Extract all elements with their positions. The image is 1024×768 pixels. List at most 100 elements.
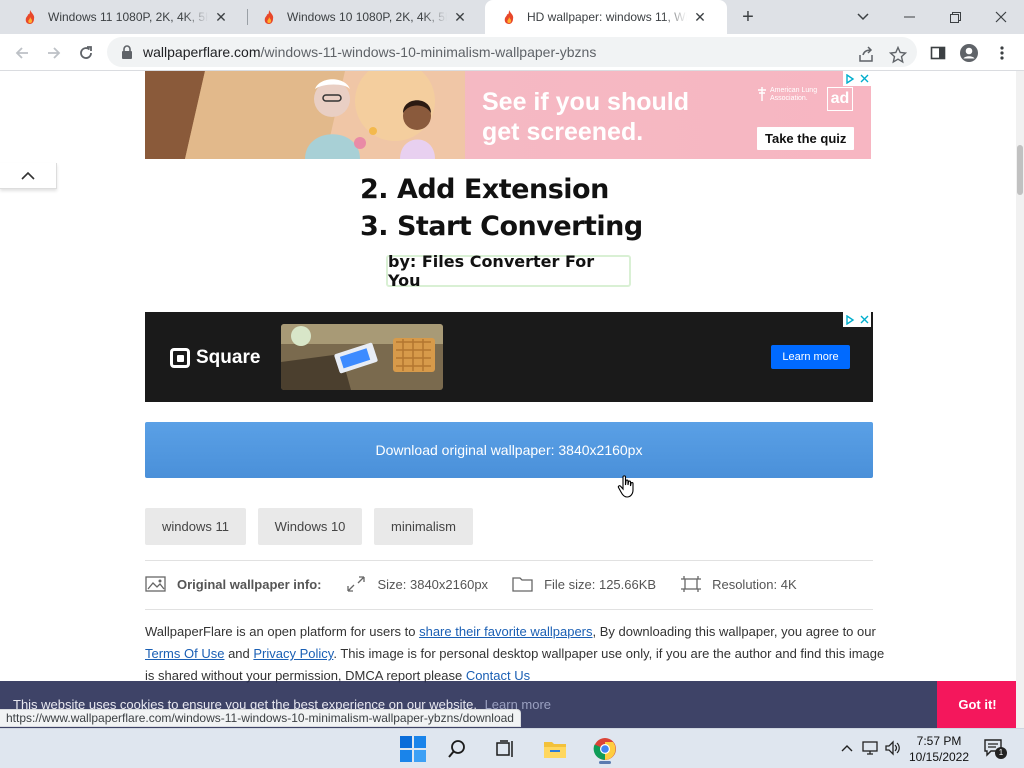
arrow-left-icon [15,47,28,59]
tag-windows-10[interactable]: Windows 10 [258,508,362,545]
resize-arrows-icon [347,576,366,592]
share-icon[interactable] [857,46,875,64]
info-resolution: Resolution: 4K [712,576,797,592]
tag-windows-11[interactable]: windows 11 [145,508,246,545]
back-to-top-button[interactable] [0,163,57,189]
ad-product-photo [281,324,443,390]
back-button[interactable] [9,40,35,66]
notifications-button[interactable]: 1 [983,739,1007,759]
tag-minimalism[interactable]: minimalism [374,508,473,545]
info-file-size: File size: 125.66KB [544,576,657,592]
adchoices-icon[interactable] [843,71,871,86]
ad-brand-name: American Lung Association. [770,87,818,102]
folder-icon [544,742,566,758]
ad-headline-line-1: See if you should [482,88,689,116]
browser-toolbar: wallpaperflare.com/windows-11-windows-10… [0,34,1024,71]
address-bar[interactable]: wallpaperflare.com/windows-11-windows-10… [107,37,917,67]
terms-of-use-link[interactable]: Terms Of Use [145,646,224,661]
taskbar-clock[interactable]: 7:57 PM 10/15/2022 [908,733,970,765]
desc-text-3: and [224,646,254,661]
restore-button[interactable] [932,0,978,34]
square-logo-icon [170,348,190,368]
scrollbar-thumb[interactable] [1017,145,1023,195]
windows-taskbar: 7:57 PM 10/15/2022 1 [0,728,1024,768]
browser-tab-3-active[interactable]: HD wallpaper: windows 11, Windows 10, mi… [485,0,727,34]
ad-illustration [145,71,465,159]
side-panel-icon[interactable] [927,42,949,64]
browser-tab-1[interactable]: Windows 11 1080P, 2K, 4K, 5K HD wallpape… [6,0,246,34]
close-tab-icon[interactable]: ✕ [691,8,709,26]
file-explorer-button[interactable] [537,733,573,765]
image-icon [145,576,166,592]
taskbar-search-button[interactable] [439,733,475,765]
info-size: Size: 3840x2160px [377,576,489,592]
tab-title: Windows 11 1080P, 2K, 4K, 5K HD wallpape… [48,10,208,24]
chrome-logo-icon [593,738,616,760]
ad-label-box: ad [827,87,853,111]
windows-logo-icon [400,736,426,762]
privacy-policy-link[interactable]: Privacy Policy [253,646,333,661]
flame-favicon-icon [25,10,35,24]
flame-favicon-icon [504,10,514,24]
close-ad-icon[interactable] [860,74,869,83]
info-title: Original wallpaper info: [177,576,322,592]
search-icon [448,740,465,758]
page-scrollbar[interactable] [1016,71,1024,728]
divider [145,560,873,561]
ad-banner-square[interactable]: Square Learn more [145,312,873,402]
url-path: /windows-11-windows-10-minimalism-wallpa… [260,44,597,60]
browser-tab-2[interactable]: Windows 10 1080P, 2K, 4K, 5K HD wallpape… [245,0,485,34]
download-original-button[interactable]: Download original wallpaper: 3840x2160px [145,422,873,478]
close-ad-icon[interactable] [860,315,869,324]
ad-banner-lung-association[interactable]: See if you should get screened. American… [145,71,871,159]
chrome-taskbar-button[interactable] [587,733,623,765]
network-icon[interactable] [862,739,880,757]
reload-icon [80,46,92,59]
clock-time: 7:57 PM [916,734,962,748]
wallpaper-info-row: Original wallpaper info: Size: 3840x2160… [145,572,873,596]
start-button[interactable] [395,733,431,765]
tab-search-icon[interactable] [840,0,886,34]
arrow-right-icon [48,47,61,59]
square-logo: Square [170,347,260,369]
bookmark-star-icon[interactable] [889,46,907,64]
adchoices-icon[interactable] [843,312,871,327]
desc-text-2: , By downloading this wallpaper, you agr… [592,624,876,639]
share-wallpapers-link[interactable]: share their favorite wallpapers [419,624,592,639]
volume-icon[interactable] [884,739,902,757]
ad-headline: See if you should get screened. [482,87,782,147]
cookie-accept-button[interactable]: Got it! [937,681,1016,728]
square-brand: Square [196,347,261,368]
resolution-frame-icon [681,576,702,592]
desc-text-1: WallpaperFlare is an open platform for u… [145,624,420,639]
tab-title: Windows 10 1080P, 2K, 4K, 5K HD wallpape… [287,10,447,24]
forward-button[interactable] [41,40,67,66]
task-view-button[interactable] [487,733,523,765]
close-tab-icon[interactable]: ✕ [212,8,230,26]
chrome-menu-icon[interactable] [991,42,1013,64]
close-tab-icon[interactable]: ✕ [451,8,469,26]
tab-title: HD wallpaper: windows 11, Windows 10, mi… [527,10,687,24]
new-tab-button[interactable]: + [737,6,759,28]
web-page: See if you should get screened. American… [0,71,1016,728]
minimize-button[interactable] [886,0,932,34]
tab-strip: Windows 11 1080P, 2K, 4K, 5K HD wallpape… [0,0,1024,34]
profile-avatar-icon[interactable] [958,42,980,64]
chevron-up-icon [21,171,35,180]
reload-button[interactable] [73,40,99,66]
promo-byline[interactable]: by: Files Converter For You [386,252,631,290]
divider [145,609,873,610]
show-hidden-icons-button[interactable] [838,739,856,757]
ad-headline-line-2: get screened. [482,118,644,146]
hand-cursor-icon [617,475,634,498]
cross-logo-icon [758,87,766,101]
learn-more-button[interactable]: Learn more [771,345,850,369]
flame-favicon-icon [264,10,274,24]
clock-date: 10/15/2022 [908,750,970,764]
close-window-button[interactable] [978,0,1024,34]
take-quiz-button[interactable]: Take the quiz [757,127,855,150]
folder-icon [512,577,533,592]
site-description: WallpaperFlare is an open platform for u… [145,621,885,687]
ad-brand-logo: American Lung Association. ad [757,87,857,119]
task-view-icon [496,740,513,757]
